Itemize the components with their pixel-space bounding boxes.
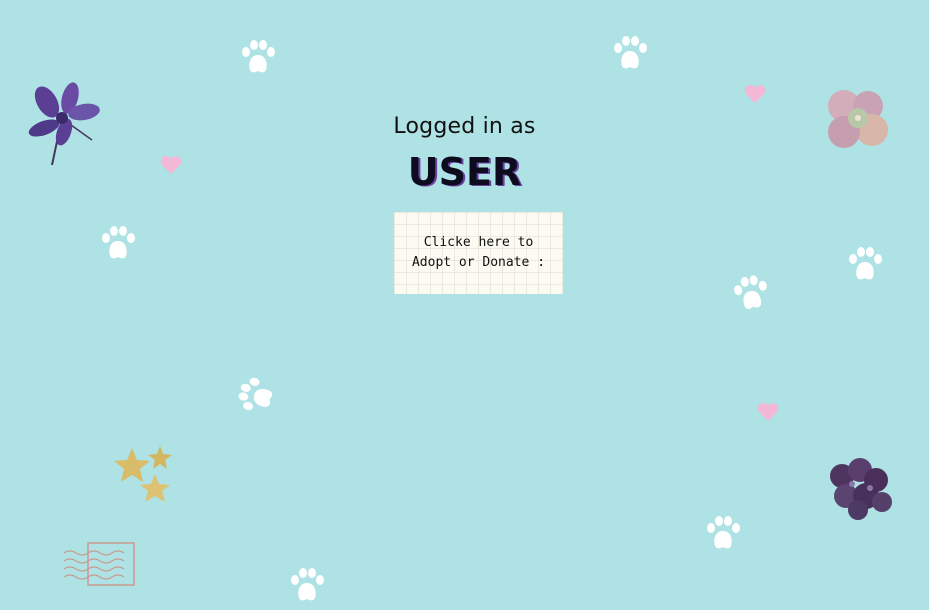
adopt-donate-line1: Clicke here to (423, 235, 534, 250)
postmark-stamp-icon (63, 542, 135, 586)
paw-print-icon (849, 247, 882, 280)
paw-print-icon (614, 36, 647, 69)
paw-print-icon (291, 568, 324, 601)
heart-icon (744, 85, 766, 103)
adopt-donate-button[interactable]: Clicke here to Adopt or Donate : (394, 212, 563, 294)
paw-print-icon (102, 226, 135, 259)
adopt-donate-line2: Adopt or Donate : (411, 255, 546, 270)
logged-in-label: Logged in as (393, 114, 536, 139)
paw-print-icon (238, 377, 273, 411)
adopt-donate-label: Clicke here to Adopt or Donate : (412, 233, 545, 273)
paw-print-icon (734, 275, 767, 310)
paw-print-icon (242, 40, 275, 73)
star-icon (114, 446, 172, 502)
username-heading: USER (407, 150, 522, 194)
paw-print-icon (707, 516, 740, 549)
pressed-flower-icon (830, 458, 892, 520)
heart-icon (757, 403, 779, 421)
